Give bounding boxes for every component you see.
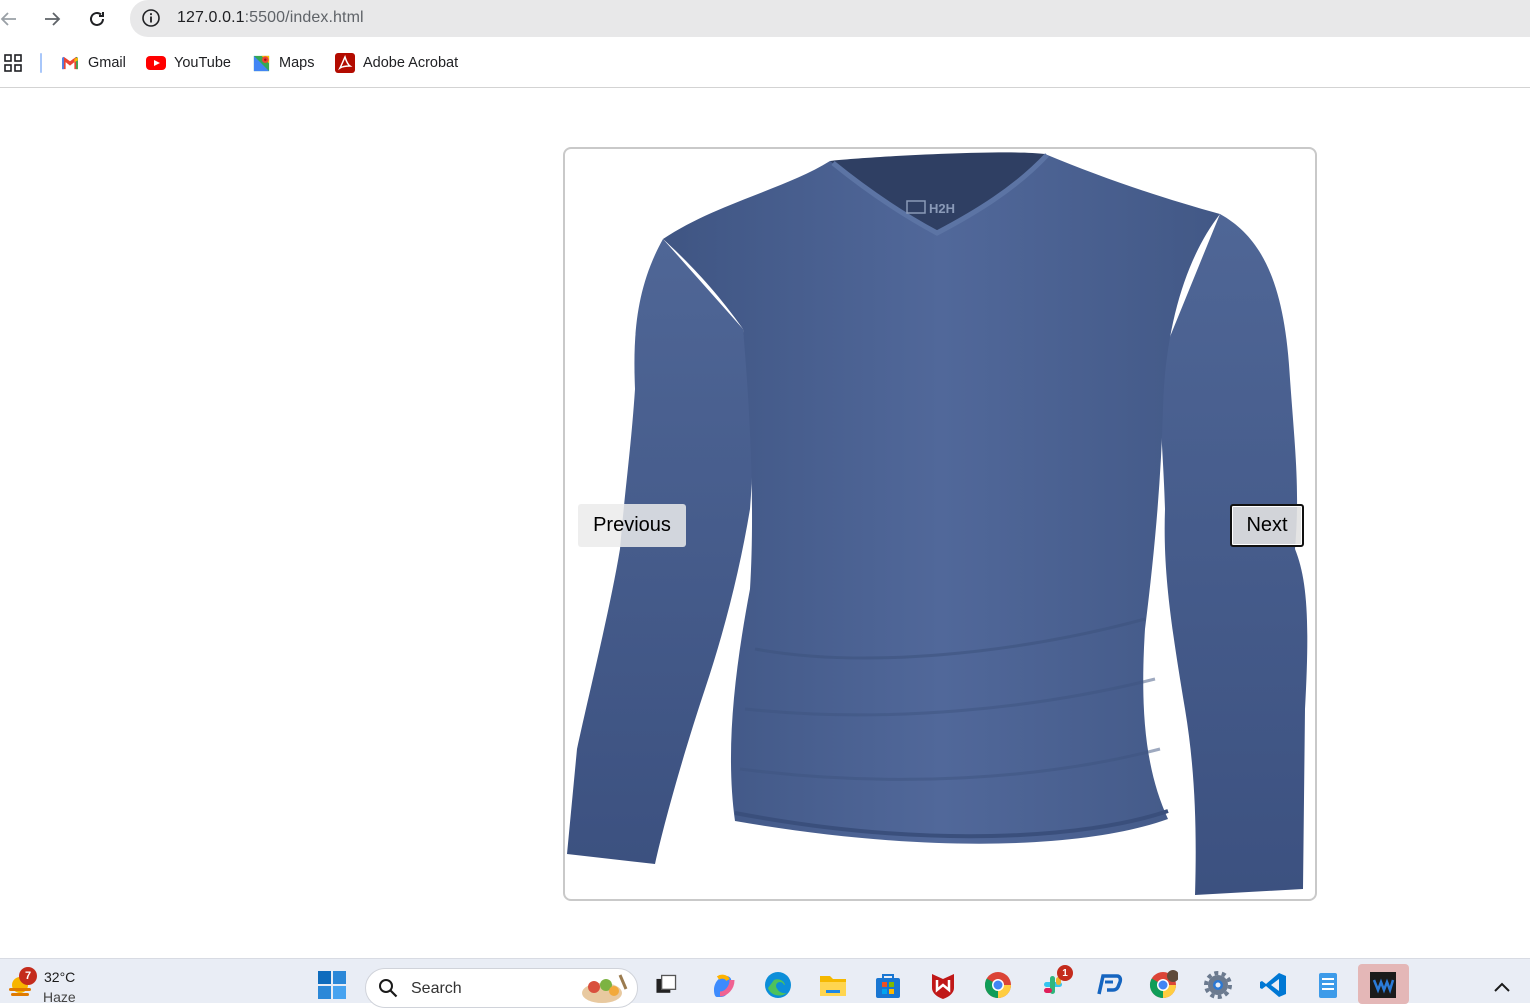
bookmark-adobe-acrobat[interactable]: Adobe Acrobat [335, 52, 458, 74]
reload-button[interactable] [82, 4, 112, 34]
forward-button[interactable] [37, 4, 67, 34]
previous-button[interactable]: Previous [578, 504, 686, 547]
bookmark-youtube-label: YouTube [174, 55, 231, 71]
vscode-icon[interactable] [1257, 969, 1289, 1001]
taskbar: 7 32°C Haze Search 1 [0, 958, 1530, 1008]
mcafee-icon[interactable] [927, 969, 959, 1001]
image-slider: H2H Previous Next [563, 147, 1317, 901]
slack-notification-badge: 1 [1057, 965, 1073, 981]
reload-icon [90, 11, 104, 26]
acrobat-icon [335, 53, 355, 73]
url-text: 127.0.0.1:5500/index.html [177, 9, 364, 27]
slack-icon[interactable]: 1 [1037, 965, 1073, 1001]
bookmark-maps-label: Maps [279, 55, 315, 71]
bookmark-gmail[interactable]: Gmail [60, 52, 126, 74]
search-icon [379, 979, 398, 998]
file-explorer-icon[interactable] [817, 969, 849, 1001]
store-icon[interactable] [872, 969, 904, 1001]
copilot-icon[interactable] [707, 969, 739, 1001]
maps-icon [251, 53, 271, 73]
taskbar-search[interactable]: Search [365, 968, 638, 1008]
chrome-profile-icon[interactable] [1147, 969, 1179, 1001]
bookmark-gmail-label: Gmail [88, 55, 126, 71]
notepad-icon[interactable] [1312, 969, 1344, 1001]
back-button[interactable] [0, 4, 24, 34]
remote-desktop-icon[interactable] [1092, 969, 1124, 1001]
task-view-icon[interactable] [650, 969, 682, 1001]
windows-start-icon[interactable] [316, 969, 348, 1001]
site-info-icon[interactable] [141, 8, 161, 28]
gmail-icon [60, 53, 80, 73]
bookmark-acrobat-label: Adobe Acrobat [363, 55, 459, 71]
url-host: 127.0.0.1 [177, 9, 245, 26]
weather-alert-badge: 7 [19, 967, 37, 985]
next-button[interactable]: Next [1230, 504, 1304, 547]
bookmark-maps[interactable]: Maps [251, 52, 314, 74]
brand-label: H2H [929, 201, 955, 216]
waveform-app-icon[interactable] [1367, 969, 1399, 1001]
youtube-icon [146, 53, 166, 73]
chrome-icon[interactable] [982, 969, 1014, 1001]
weather-temperature: 32°C [44, 969, 76, 985]
weather-widget[interactable]: 7 32°C Haze [4, 965, 104, 1005]
back-arrow-icon [0, 12, 16, 26]
apps-grid-icon[interactable] [4, 54, 22, 72]
bookmarks-divider [40, 53, 42, 73]
search-highlight-icon [582, 974, 628, 1003]
chevron-up-icon[interactable] [1492, 979, 1512, 995]
forward-arrow-icon [45, 12, 61, 26]
address-bar[interactable]: 127.0.0.1:5500/index.html [130, 0, 1530, 37]
search-placeholder: Search [411, 980, 462, 997]
settings-icon[interactable] [1202, 969, 1234, 1001]
bookmarks-bar: Gmail YouTube Maps Adobe Acrobat [0, 38, 1530, 88]
browser-toolbar: 127.0.0.1:5500/index.html [0, 0, 1530, 38]
bookmark-youtube[interactable]: YouTube [146, 52, 231, 74]
url-path: :5500/index.html [244, 9, 364, 26]
edge-icon[interactable] [762, 969, 794, 1001]
